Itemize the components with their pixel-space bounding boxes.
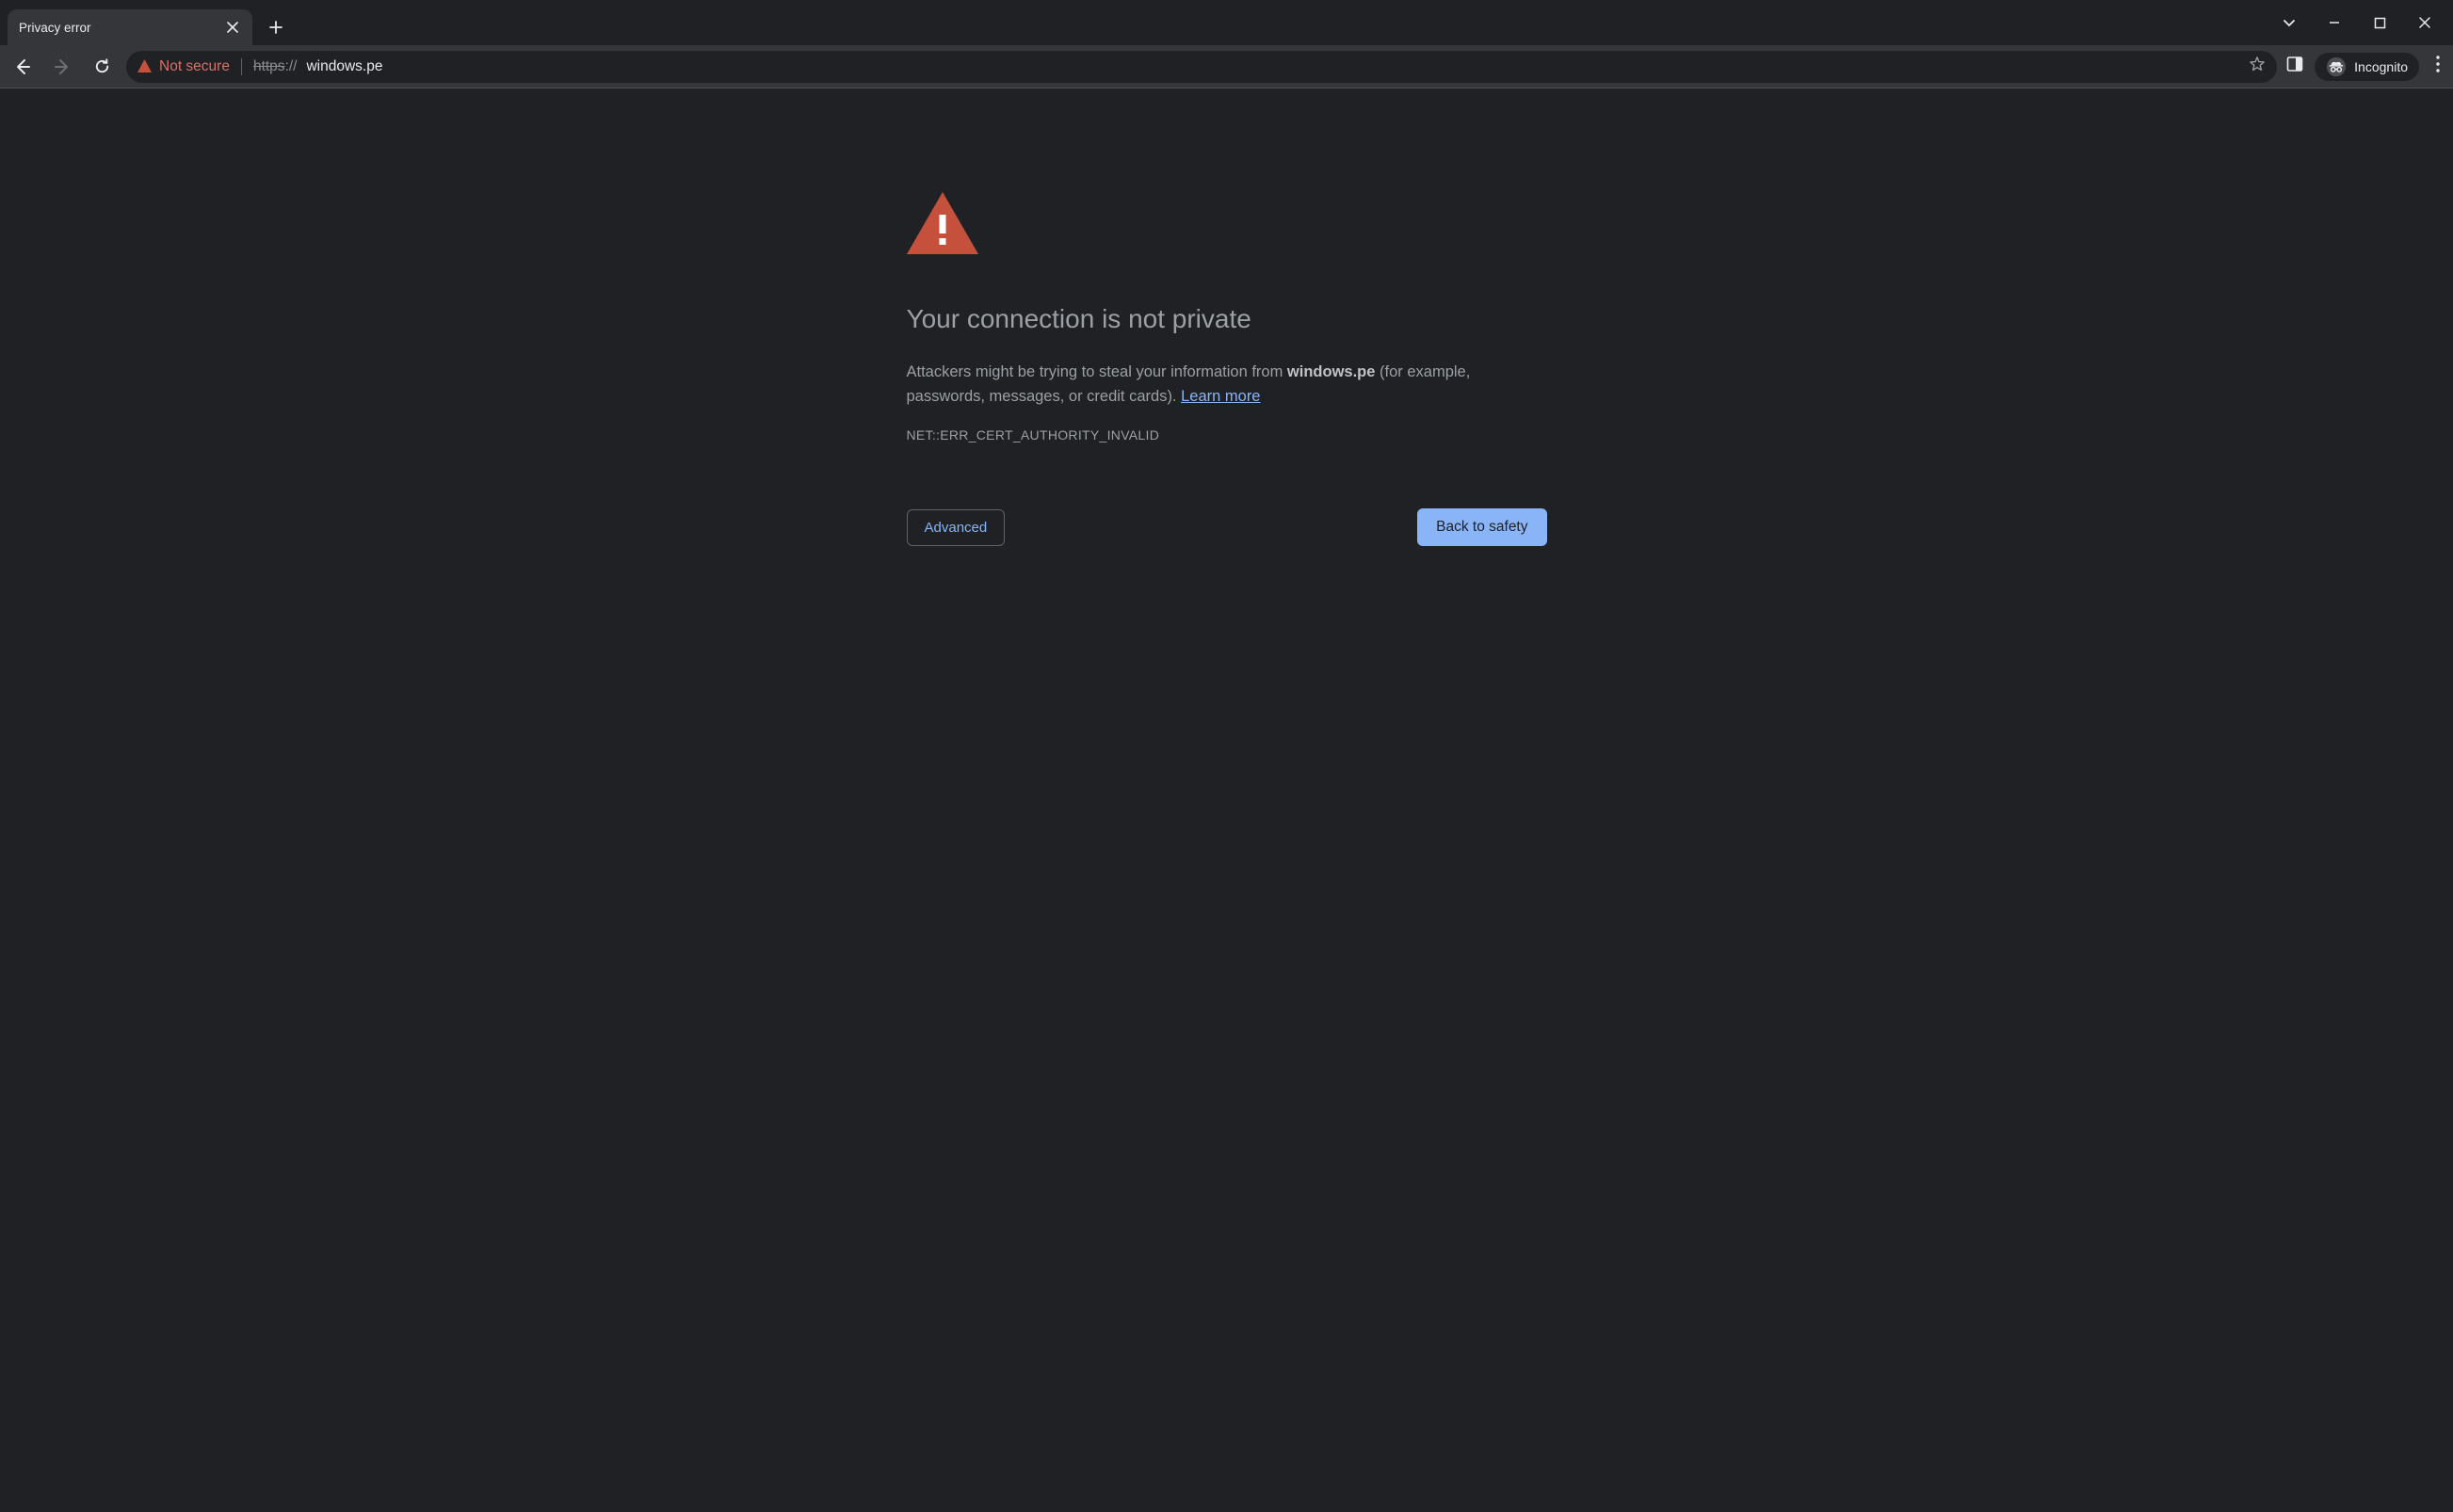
warning-triangle-icon bbox=[907, 192, 1547, 259]
page-content: Your connection is not private Attackers… bbox=[0, 88, 2453, 1512]
arrow-right-icon bbox=[53, 57, 72, 76]
error-code: NET::ERR_CERT_AUTHORITY_INVALID bbox=[907, 427, 1547, 442]
window-controls bbox=[2280, 0, 2453, 45]
browser-tab[interactable]: Privacy error bbox=[8, 9, 252, 45]
incognito-icon bbox=[2326, 56, 2347, 77]
chevron-down-icon bbox=[2282, 15, 2297, 30]
minimize-icon bbox=[2328, 16, 2341, 29]
window-maximize-button[interactable] bbox=[2370, 13, 2389, 32]
titlebar: Privacy error bbox=[0, 0, 2453, 45]
body-prefix: Attackers might be trying to steal your … bbox=[907, 363, 1287, 380]
not-secure-label: Not secure bbox=[159, 58, 230, 75]
close-icon bbox=[2418, 16, 2431, 29]
warning-body: Attackers might be trying to steal your … bbox=[907, 361, 1547, 409]
maximize-icon bbox=[2374, 17, 2386, 29]
toolbar-right: Incognito bbox=[2286, 53, 2445, 81]
tab-search-button[interactable] bbox=[2280, 13, 2299, 32]
forward-button[interactable] bbox=[47, 52, 77, 82]
menu-button[interactable] bbox=[2430, 56, 2445, 77]
kebab-icon bbox=[2436, 56, 2440, 72]
button-row: Advanced Back to safety bbox=[907, 508, 1547, 546]
learn-more-link[interactable]: Learn more bbox=[1181, 388, 1260, 405]
plus-icon bbox=[269, 21, 282, 34]
ssl-interstitial: Your connection is not private Attackers… bbox=[907, 192, 1547, 1512]
star-icon bbox=[2249, 56, 2266, 72]
window-minimize-button[interactable] bbox=[2325, 13, 2344, 32]
toolbar: Not secure https:// windows.pe Incognito bbox=[0, 45, 2453, 88]
body-domain: windows.pe bbox=[1287, 363, 1376, 380]
tab-title: Privacy error bbox=[19, 21, 215, 35]
advanced-button[interactable]: Advanced bbox=[907, 509, 1006, 546]
security-chip[interactable]: Not secure bbox=[137, 58, 230, 75]
new-tab-button[interactable] bbox=[262, 13, 290, 41]
bookmark-button[interactable] bbox=[2249, 56, 2266, 77]
back-to-safety-button[interactable]: Back to safety bbox=[1417, 508, 1546, 546]
url-protocol: https:// bbox=[253, 58, 298, 75]
back-button[interactable] bbox=[8, 52, 38, 82]
warning-triangle-icon bbox=[137, 59, 152, 74]
incognito-indicator[interactable]: Incognito bbox=[2315, 53, 2419, 81]
side-panel-button[interactable] bbox=[2286, 56, 2303, 77]
window-close-button[interactable] bbox=[2415, 13, 2434, 32]
url-host: windows.pe bbox=[306, 58, 382, 75]
reload-button[interactable] bbox=[87, 52, 117, 82]
page-heading: Your connection is not private bbox=[907, 304, 1547, 334]
side-panel-icon bbox=[2286, 56, 2303, 72]
incognito-label: Incognito bbox=[2354, 59, 2408, 74]
arrow-left-icon bbox=[13, 57, 32, 76]
close-icon bbox=[227, 22, 238, 33]
reload-icon bbox=[93, 57, 111, 75]
tab-close-button[interactable] bbox=[224, 19, 241, 36]
divider bbox=[241, 58, 242, 75]
address-bar[interactable]: Not secure https:// windows.pe bbox=[126, 51, 2277, 83]
